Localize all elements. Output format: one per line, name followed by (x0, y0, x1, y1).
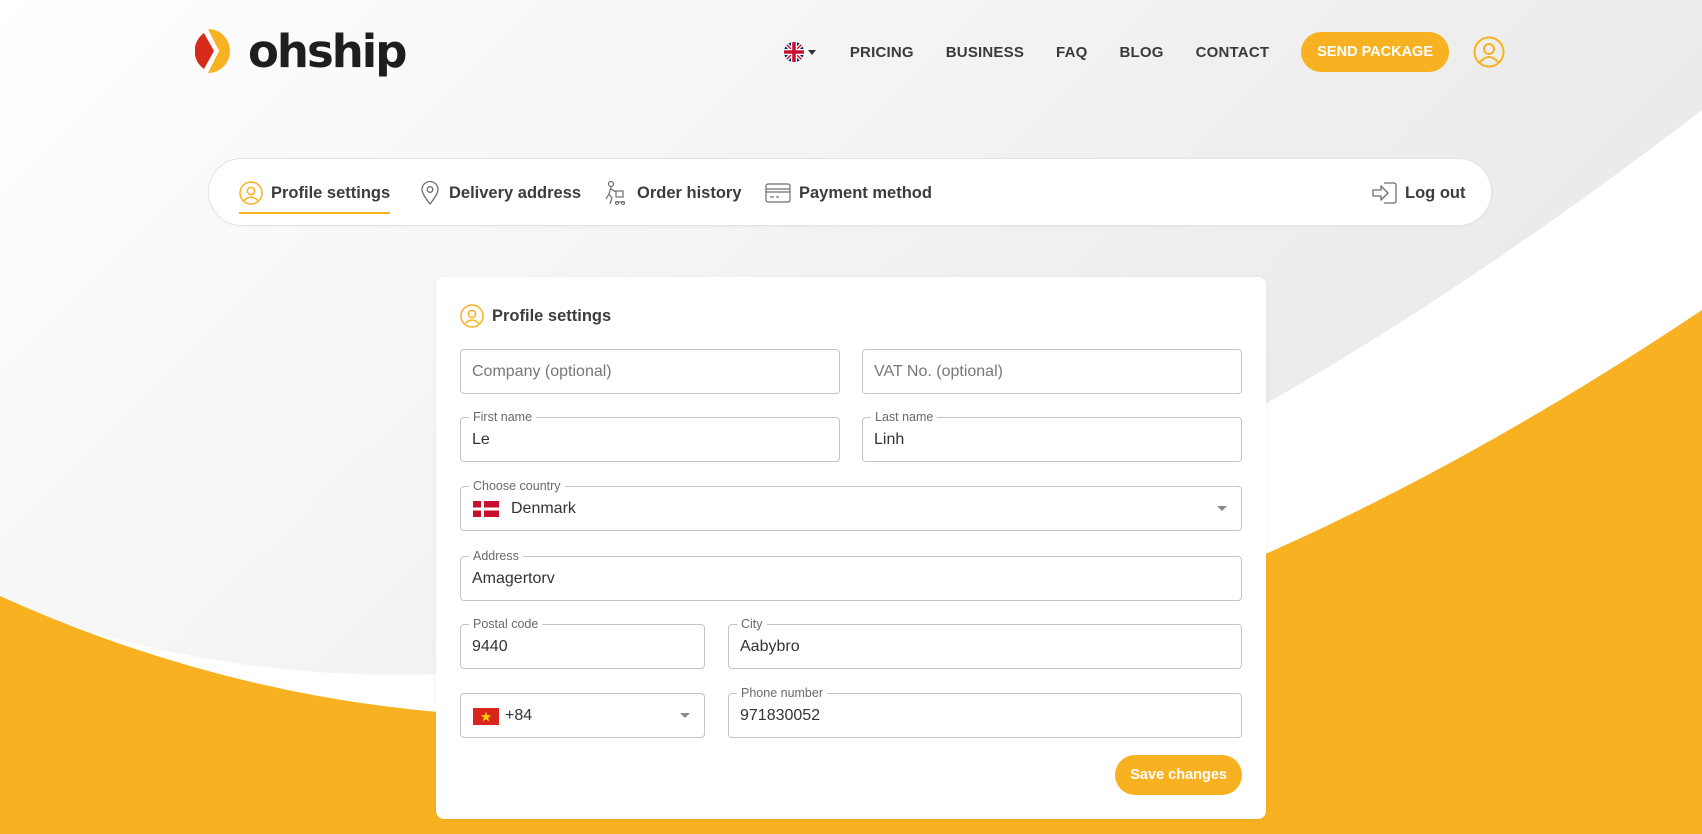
city-field[interactable]: City (728, 617, 1242, 669)
country-select[interactable]: Choose country Denmark (460, 479, 1242, 531)
phone-number-field[interactable]: Phone number (728, 686, 1242, 738)
chevron-down-icon (1217, 506, 1227, 511)
ohship-logo[interactable]: ohship (195, 24, 407, 78)
postal-code-field[interactable]: Postal code (460, 617, 705, 669)
nav-contact[interactable]: CONTACT (1196, 44, 1270, 61)
location-pin-icon (421, 181, 439, 205)
logout-label: Log out (1405, 183, 1466, 202)
city-input[interactable] (740, 625, 1230, 668)
logo-text: ohship (248, 24, 407, 78)
denmark-flag-icon (473, 501, 499, 517)
send-package-button[interactable]: SEND PACKAGE (1301, 32, 1449, 72)
profile-settings-card: Profile settings First name Last name Ch… (436, 277, 1266, 819)
delivery-person-icon (605, 180, 625, 205)
phone-number-input[interactable] (740, 694, 1230, 737)
nav-business[interactable]: BUSINESS (946, 44, 1024, 61)
logo-mark-icon (195, 29, 230, 73)
tab-payment-method[interactable]: Payment method (765, 159, 932, 227)
account-button[interactable] (1473, 36, 1505, 68)
address-field[interactable]: Address (460, 549, 1242, 601)
main-nav: PRICING BUSINESS FAQ BLOG CONTACT SEND P… (783, 32, 1505, 72)
vat-field[interactable] (862, 349, 1242, 394)
nav-pricing[interactable]: PRICING (850, 44, 914, 61)
vietnam-flag-icon (473, 708, 499, 725)
company-field[interactable] (460, 349, 840, 394)
language-selector[interactable] (783, 42, 816, 62)
nav-blog[interactable]: BLOG (1119, 44, 1163, 61)
tab-label: Delivery address (449, 183, 582, 202)
credit-card-icon (765, 183, 791, 203)
nav-faq[interactable]: FAQ (1056, 44, 1087, 61)
logout-icon (1372, 182, 1397, 204)
postal-code-input[interactable] (472, 625, 693, 668)
user-circle-icon (239, 181, 263, 205)
phone-code-value: +84 (505, 707, 533, 724)
phone-code-select[interactable]: +84 (460, 693, 705, 738)
uk-flag-icon (783, 42, 804, 62)
tab-delivery-address[interactable]: Delivery address (419, 159, 581, 227)
tab-order-history[interactable]: Order history (603, 159, 742, 227)
chevron-down-icon (680, 713, 690, 718)
country-value: Denmark (511, 500, 576, 517)
last-name-field[interactable]: Last name (862, 410, 1242, 462)
chevron-down-icon (807, 49, 816, 55)
tab-profile-settings[interactable]: Profile settings (239, 159, 391, 227)
tab-label: Payment method (799, 183, 932, 202)
address-input[interactable] (472, 557, 1230, 600)
user-circle-icon (460, 304, 484, 328)
card-title: Profile settings (492, 306, 612, 325)
first-name-field[interactable]: First name (460, 410, 840, 462)
first-name-input[interactable] (472, 418, 828, 461)
tab-label: Profile settings (271, 183, 391, 202)
card-header: Profile settings (460, 301, 611, 331)
tab-label: Order history (637, 183, 742, 202)
company-input[interactable] (472, 350, 828, 393)
account-tabbar: Profile settings Delivery address Order … (208, 158, 1492, 226)
vat-input[interactable] (874, 350, 1230, 393)
logout-button[interactable]: Log out (1371, 159, 1465, 227)
save-changes-button[interactable]: Save changes (1115, 755, 1242, 795)
last-name-input[interactable] (874, 418, 1230, 461)
user-circle-icon (1473, 36, 1505, 68)
